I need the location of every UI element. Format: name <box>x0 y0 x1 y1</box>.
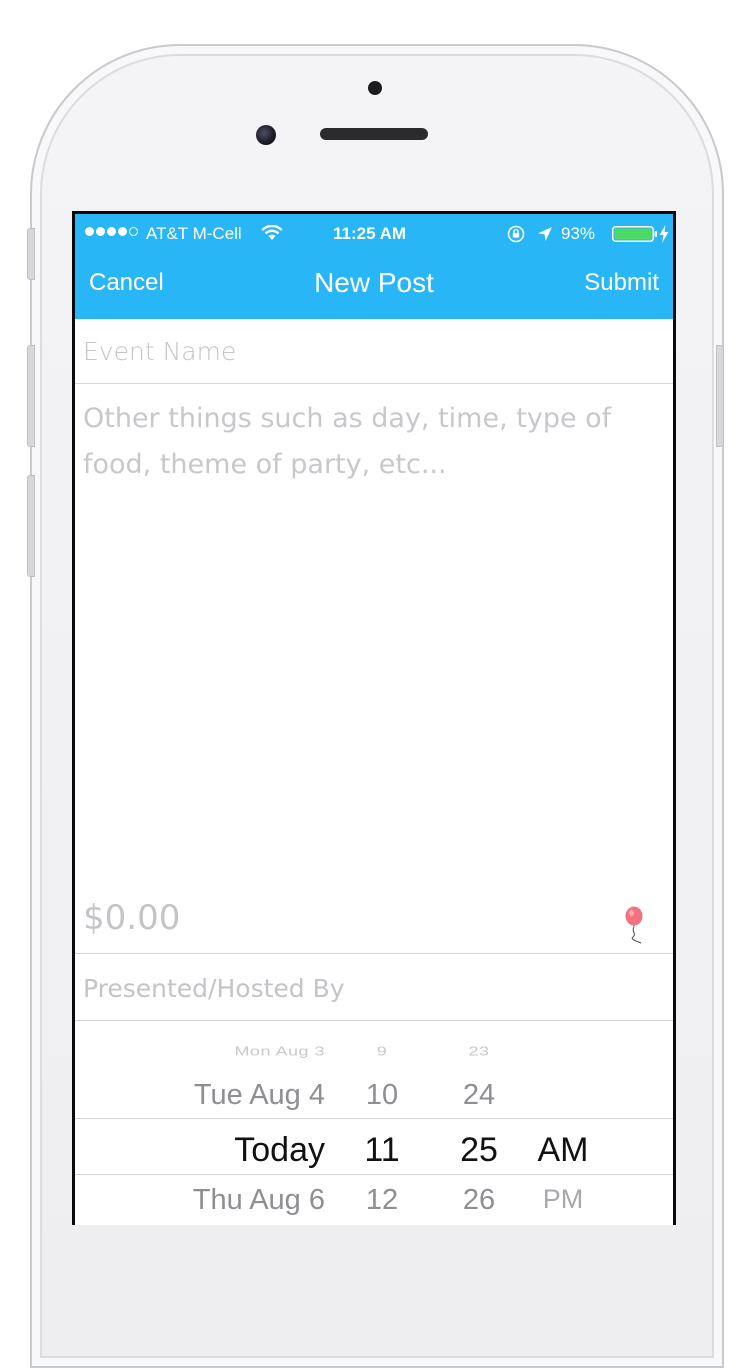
battery-icon <box>612 226 657 242</box>
volume-down-button <box>27 475 35 577</box>
wifi-icon <box>261 225 283 240</box>
description-row <box>75 384 673 954</box>
proximity-sensor <box>368 81 382 95</box>
picker-hour-selected[interactable]: 11 <box>362 1131 402 1170</box>
page-title: New Post <box>314 267 434 298</box>
price-row <box>75 884 673 954</box>
picker-ampm-selected[interactable]: AM <box>533 1131 593 1170</box>
picker-ampm-option[interactable]: PM <box>533 1184 593 1215</box>
status-bar: AT&T M-Cell 11:25 AM 93% <box>75 214 673 254</box>
mute-switch <box>27 228 35 280</box>
submit-button[interactable]: Submit <box>584 269 659 297</box>
earpiece-speaker <box>320 128 428 140</box>
picker-ampm-column[interactable]: AM PM <box>533 1021 593 1225</box>
picker-day-selected[interactable]: Today <box>234 1131 325 1170</box>
picker-minute-column[interactable]: 23 24 25 26 <box>454 1021 504 1225</box>
hosted-by-row <box>75 954 673 1021</box>
date-time-picker[interactable]: Mon Aug 3 Tue Aug 4 Today Thu Aug 6 9 10… <box>75 1021 673 1225</box>
balloon-icon[interactable] <box>624 906 646 944</box>
app-screen: AT&T M-Cell 11:25 AM 93% Cancel New Post… <box>75 214 673 1225</box>
description-textarea[interactable] <box>83 396 658 866</box>
hosted-by-input[interactable] <box>83 970 643 1006</box>
power-button <box>716 345 724 447</box>
cancel-button[interactable]: Cancel <box>89 269 164 297</box>
picker-hour-column[interactable]: 9 10 11 12 <box>362 1021 402 1225</box>
picker-hour-option[interactable]: 9 <box>362 1044 402 1059</box>
picker-day-option[interactable]: Mon Aug 3 <box>234 1044 325 1059</box>
signal-strength-icon <box>85 227 138 236</box>
volume-up-button <box>27 345 35 447</box>
price-input[interactable] <box>83 896 483 940</box>
picker-minute-option[interactable]: 26 <box>454 1184 504 1217</box>
carrier-name: AT&T M-Cell <box>146 224 242 243</box>
picker-day-option[interactable]: Tue Aug 4 <box>194 1079 325 1112</box>
battery-percentage: 93% <box>561 224 596 243</box>
picker-hour-option[interactable]: 12 <box>362 1184 402 1217</box>
charging-bolt-icon <box>659 225 669 243</box>
picker-day-column[interactable]: Mon Aug 3 Tue Aug 4 Today Thu Aug 6 <box>75 1021 325 1225</box>
picker-minute-selected[interactable]: 25 <box>454 1131 504 1170</box>
picker-minute-option[interactable]: 24 <box>454 1079 504 1112</box>
phone-screen: AT&T M-Cell 11:25 AM 93% Cancel New Post… <box>72 211 676 1225</box>
event-name-input[interactable] <box>83 333 643 369</box>
event-name-row <box>75 319 673 384</box>
app-header: AT&T M-Cell 11:25 AM 93% Cancel New Post… <box>75 214 673 319</box>
front-camera <box>256 125 276 145</box>
picker-minute-option[interactable]: 23 <box>454 1044 504 1059</box>
picker-day-option[interactable]: Thu Aug 6 <box>193 1184 325 1217</box>
status-time: 11:25 AM <box>333 224 407 243</box>
location-arrow-icon <box>538 227 552 241</box>
picker-hour-option[interactable]: 10 <box>362 1079 402 1112</box>
rotation-lock-icon <box>507 225 525 243</box>
